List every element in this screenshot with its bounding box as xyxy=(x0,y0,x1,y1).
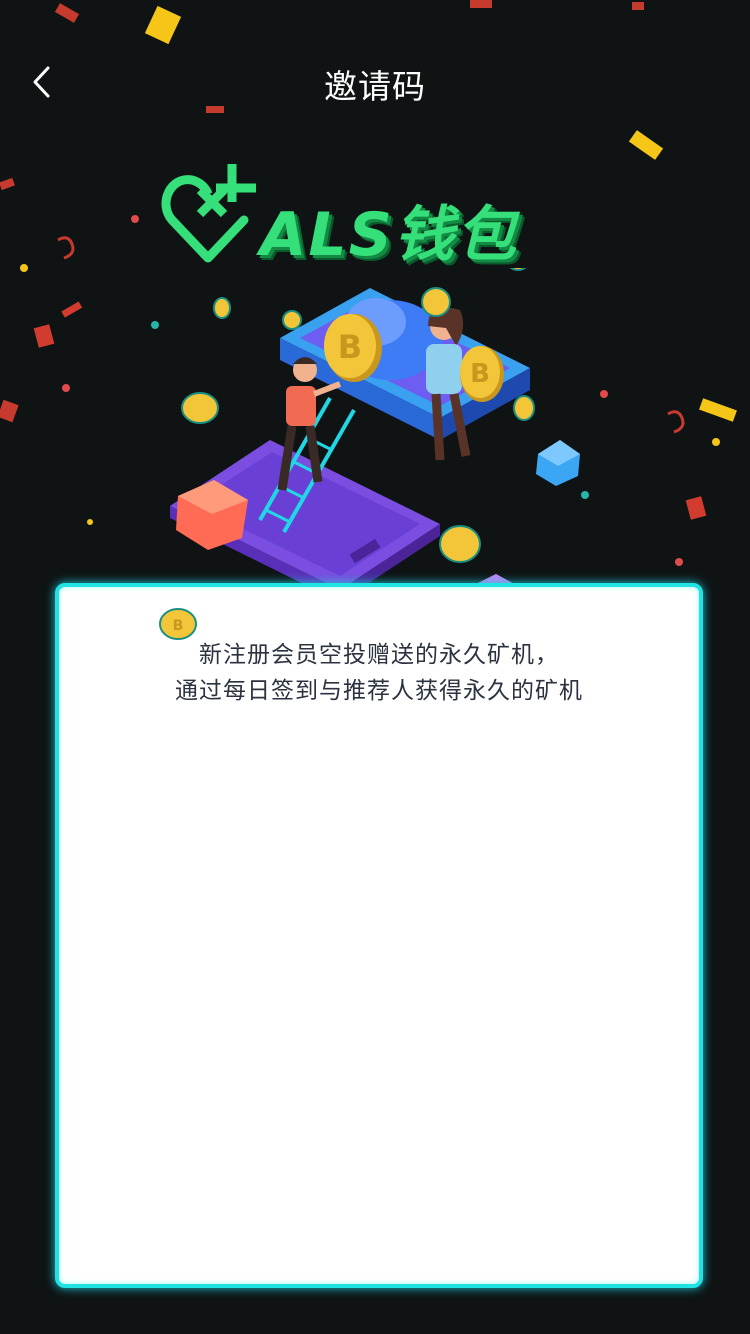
svg-text:B: B xyxy=(173,618,184,634)
invite-card: 新注册会员空投赠送的永久矿机， 通过每日签到与推荐人获得永久的矿机 xyxy=(55,583,703,1288)
logo-text: ALS钱包 xyxy=(260,200,518,270)
description-line-1: 新注册会员空投赠送的永久矿机， xyxy=(199,642,559,668)
card-description: 新注册会员空投赠送的永久矿机， 通过每日签到与推荐人获得永久的矿机 xyxy=(59,637,699,709)
svg-text:B: B xyxy=(470,359,490,389)
als-wallet-logo: ALS钱包 xyxy=(160,158,590,270)
svg-text:B: B xyxy=(338,328,362,366)
coin-icon: B xyxy=(159,608,197,640)
description-line-2: 通过每日签到与推荐人获得永久的矿机 xyxy=(175,678,583,704)
